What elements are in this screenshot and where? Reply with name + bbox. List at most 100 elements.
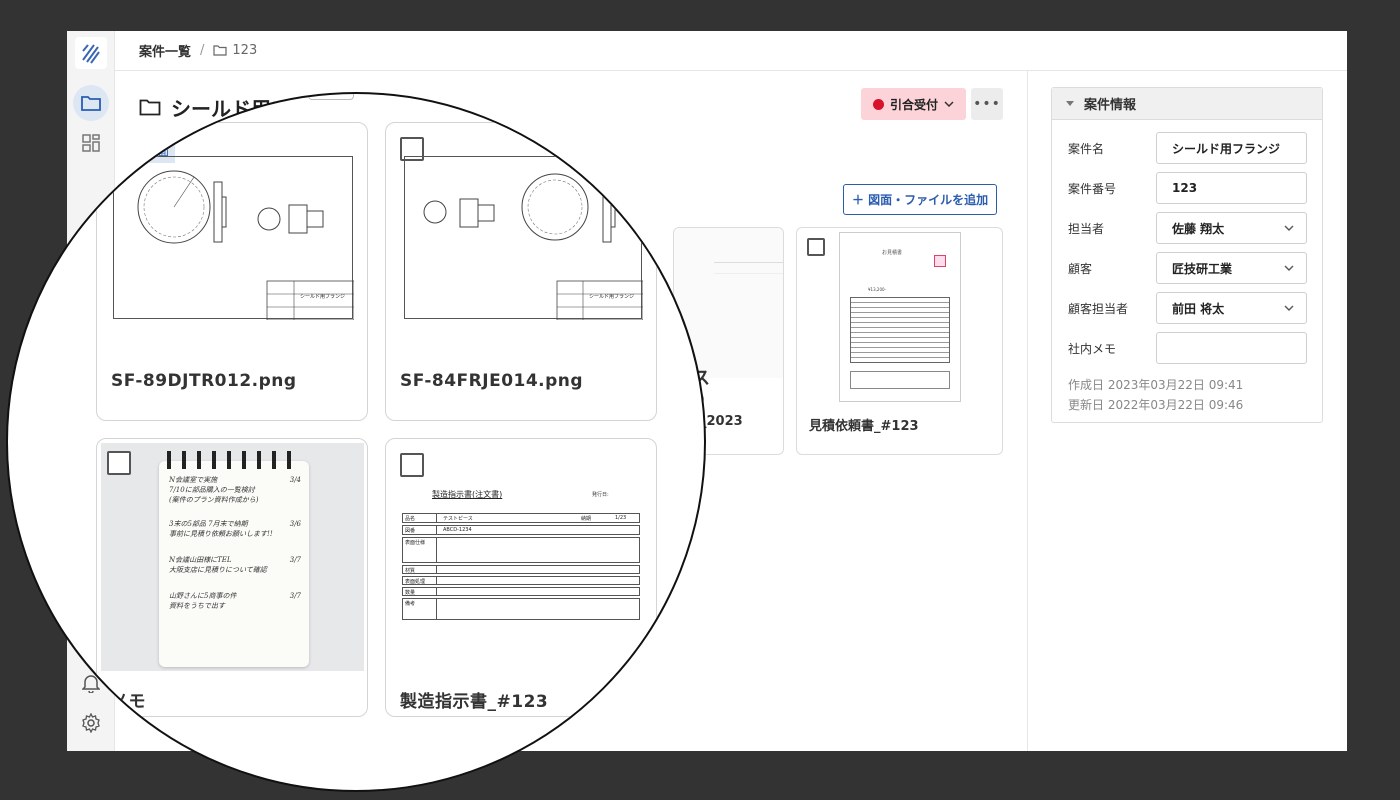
created-date: 作成日 2023年03月22日 09:41 [1068,378,1244,392]
memo-line-text: 7/10に部品購入の一覧検討 [169,486,255,494]
order-row: 数量 [402,587,640,596]
file-card-name: SF-89DJTR012.png [111,371,297,391]
panel-divider [1027,71,1028,751]
order-row: 品名 テストピース 納期 1/23 [402,513,640,523]
add-file-button[interactable]: ＋ 図面・ファイルを追加 [843,184,998,215]
order-row-value: ABCD-1234 [443,527,472,533]
field-select[interactable]: 佐藤 翔太 [1156,212,1307,244]
stamp-seal [934,255,946,267]
memo-line: 事前に見積り依頼お願いします!! [169,529,301,539]
order-row-label: 表面処理 [403,577,437,585]
memo-photo: N会議室で実施 3/4 7/10に部品購入の一覧検討 (案件のプラン資料作成から) 3末… [101,443,364,671]
file-checkbox[interactable] [107,451,131,475]
field-input[interactable]: 123 [1156,172,1307,204]
field-input[interactable]: シールド用フランジ [1156,132,1307,164]
file-card[interactable]: シールド用フランジ SF-84FRJE014.png [385,122,657,421]
order-row: 備考 [402,598,640,620]
drawing-thumbnail: シールド用フランジ [113,156,354,320]
breadcrumb-current: 123 [213,43,257,58]
magnifier-lens: 図面 シールド用フランジ SF-89DJTR012.png シールド用フランジ … [6,92,706,792]
field-select[interactable]: 匠技研工業 [1156,252,1307,284]
drawing-thumbnail: シールド用フランジ [404,156,643,320]
updated-date: 更新日 2022年03月22日 09:46 [1068,398,1244,412]
chevron-down-icon [1284,305,1294,311]
folder-icon [81,96,101,111]
memo-line-text: N会議室で実施 [169,476,218,484]
field-row: 担当者 佐藤 翔太 [1068,212,1307,244]
field-label: 社内メモ [1068,341,1117,356]
file-checkbox[interactable] [807,238,825,256]
memo-line-text: 大阪支店に見積りについて確認 [169,566,267,574]
field-label: 担当者 [1068,221,1105,236]
collapse-triangle-icon [1066,101,1074,106]
folder-icon [139,99,161,116]
memo-line: 7/10に部品購入の一覧検討 [169,485,301,495]
file-checkbox[interactable] [400,453,424,477]
order-row-label: 品名 [403,514,437,522]
order-row: 表面処理 [402,576,640,585]
app-logo-icon[interactable] [75,37,107,69]
memo-line-text: 山野さんに5商事の件 [169,592,237,600]
quote-title: お見積書 [882,250,903,256]
memo-line-date: 3/7 [289,556,301,564]
field-row: 社内メモ [1068,332,1307,364]
memo-line: N会議室で実施 3/4 [169,475,301,485]
memo-line-text: 資料をうちで出す [169,602,225,610]
title-block-text: シールド用フランジ [589,294,635,300]
file-card[interactable]: N会議室で実施 3/4 7/10に部品購入の一覧検討 (案件のプラン資料作成から) 3末… [96,438,368,717]
quote-thumbnail: お見積書 ¥13,200- [839,232,961,402]
file-card-name: 製造指示書_#123 [400,692,549,712]
memo-line-text: 3末の5部品 7月末で納期 [169,520,248,528]
title-block-text: シールド用フランジ [300,294,346,300]
chevron-down-icon [944,101,954,107]
order-row-label: 数量 [403,588,437,596]
project-info-panel: 案件情報 案件名 シールド用フランジ 案件番号 123 担当者 佐藤 翔太 顧客 匠技研工業顧… [1051,87,1323,423]
file-card[interactable]: 製造指示書(注文書) 発行日: 品名 テストピース 納期 1/23 図番 ABCD-123… [385,438,657,717]
field-value: 123 [1172,181,1198,195]
file-card[interactable]: 図面 シールド用フランジ SF-89DJTR012.png [96,122,368,421]
folder-icon [213,45,228,56]
file-card-name: SF-84FRJE014.png [400,371,584,391]
status-dot [873,98,884,110]
field-row: 顧客担当者 前田 将太 [1068,292,1307,324]
field-input[interactable] [1156,332,1307,364]
file-card-name: メモ [111,692,146,712]
memo-line-date: 3/4 [289,476,301,484]
order-row-label: 図番 [403,526,437,534]
order-title: 製造指示書(注文書) [432,490,503,499]
order-row-value-2: 1/23 [615,515,627,521]
status-label: 引合受付 [890,97,939,112]
breadcrumb-separator: / [200,43,205,58]
chevron-down-icon [1284,265,1294,271]
order-thumbnail: 製造指示書(注文書) 発行日: 品名 テストピース 納期 1/23 図番 ABCD-123… [402,489,642,629]
file-card[interactable]: お見積書 ¥13,200- 見積依頼書_#123 [796,227,1003,455]
order-row: 図番 ABCD-1234 [402,525,640,535]
more-button[interactable]: ••• [971,88,1003,120]
field-row: 案件名 シールド用フランジ [1068,132,1307,164]
file-card-name: _2023 [700,414,743,429]
field-label: 案件番号 [1068,181,1117,196]
memo-line: (案件のプラン資料作成から) [169,495,301,505]
order-issue-label: 発行日: [592,492,609,498]
order-row-value: テストピース [443,516,473,522]
status-dropdown[interactable]: 引合受付 [861,88,967,120]
chevron-down-icon [1284,225,1294,231]
order-row-label-2: 納期 [581,516,592,522]
field-select[interactable]: 前田 将太 [1156,292,1307,324]
order-row: 材質 [402,565,640,574]
field-row: 案件番号 123 [1068,172,1307,204]
file-card-name: 見積依頼書_#123 [809,419,919,434]
breadcrumb-current-label: 123 [232,43,258,58]
breadcrumb-root-link[interactable]: 案件一覧 [139,41,191,60]
panel-header[interactable]: 案件情報 [1052,88,1322,120]
field-label: 案件名 [1068,141,1105,156]
quote-amount: ¥13,200- [868,287,886,292]
nav-projects-button[interactable] [73,85,109,121]
memo-line-date: 3/7 [289,592,301,600]
breadcrumb: 案件一覧 / 123 [115,31,1347,71]
order-row-label: 材質 [403,566,437,574]
field-value: 前田 将太 [1172,301,1225,316]
memo-line-text: 事前に見積り依頼お願いします!! [169,530,273,538]
memo-line-text: N会議山田様にTEL [169,556,232,564]
memo-line: 資料をうちで出す [169,601,301,611]
